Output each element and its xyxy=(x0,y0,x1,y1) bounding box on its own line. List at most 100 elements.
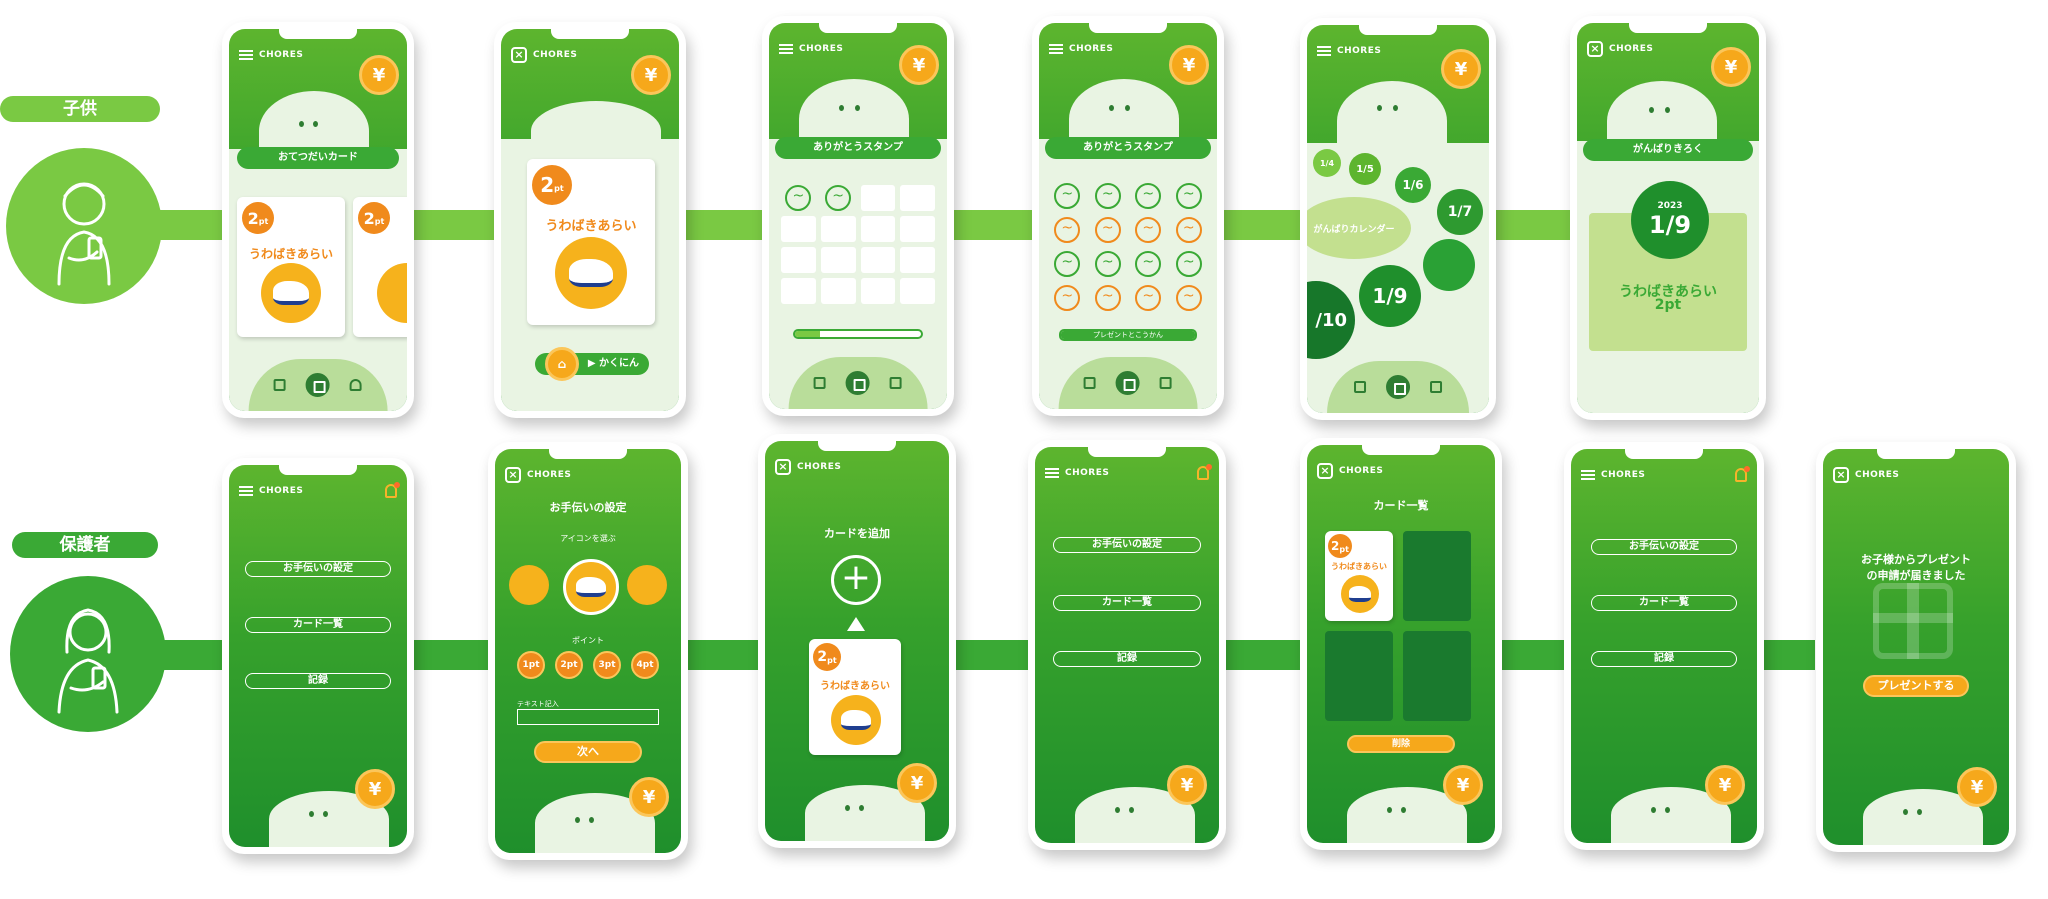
icon-option-right[interactable] xyxy=(627,565,667,605)
chore-card-thumb[interactable]: 2 pt うわばきあらい xyxy=(1325,531,1393,621)
chore-card[interactable]: 2 pt うわばきあらい xyxy=(237,197,345,337)
home-icon[interactable] xyxy=(813,377,826,389)
menu-icon[interactable] xyxy=(1049,44,1063,54)
close-icon[interactable]: × xyxy=(1317,463,1333,479)
point-option-4[interactable]: 4pt xyxy=(631,651,659,679)
icon-option-left[interactable] xyxy=(509,565,549,605)
point-option-2[interactable]: 2pt xyxy=(555,651,583,679)
calendar-icon[interactable] xyxy=(1159,377,1172,389)
date-bubble[interactable]: 1/6 xyxy=(1395,167,1431,203)
yen-icon[interactable]: ¥ xyxy=(1441,49,1481,89)
menu-icon[interactable] xyxy=(1581,470,1595,480)
home-icon[interactable] xyxy=(305,373,330,397)
bell-icon[interactable] xyxy=(1197,464,1212,480)
present-progress[interactable]: プレゼントとこうかん xyxy=(1059,329,1197,341)
close-icon[interactable]: × xyxy=(1587,41,1603,57)
menu-card-list[interactable]: カード一覧 xyxy=(245,617,391,633)
stamp-icon[interactable] xyxy=(349,379,362,391)
menu-chore-settings[interactable]: お手伝いの設定 xyxy=(1053,537,1201,553)
delete-button[interactable]: 削除 xyxy=(1347,735,1455,753)
app-logo: CHORES xyxy=(1069,44,1114,54)
menu-icon[interactable] xyxy=(779,44,793,54)
yen-icon[interactable]: ¥ xyxy=(1957,767,1997,807)
menu-chore-settings[interactable]: お手伝いの設定 xyxy=(1591,539,1737,555)
close-icon[interactable]: × xyxy=(775,459,791,475)
chore-card-large[interactable]: 2 pt うわばきあらい xyxy=(527,159,655,325)
close-icon[interactable]: × xyxy=(1833,467,1849,483)
empty-card-slot[interactable] xyxy=(1325,631,1393,721)
present-message-line1: お子様からプレゼント xyxy=(1861,553,1971,566)
app-logo: CHORES xyxy=(1337,46,1382,56)
point-label: ポイント xyxy=(572,636,604,645)
child-avatar xyxy=(6,148,162,304)
stamp-button-icon[interactable]: ⌂ xyxy=(545,347,579,381)
chore-card-next[interactable]: 2 pt xyxy=(353,197,407,337)
give-present-button[interactable]: プレゼントする xyxy=(1863,675,1969,697)
menu-card-list[interactable]: カード一覧 xyxy=(1053,595,1201,611)
menu-records[interactable]: 記録 xyxy=(1053,651,1201,667)
yen-icon[interactable]: ¥ xyxy=(359,55,399,95)
yen-icon[interactable]: ¥ xyxy=(355,769,395,809)
chore-title: うわばきあらい xyxy=(545,219,637,234)
point-option-3[interactable]: 3pt xyxy=(593,651,621,679)
close-icon[interactable]: × xyxy=(511,47,527,63)
shoe-icon xyxy=(261,263,321,323)
next-button[interactable]: 次へ xyxy=(534,741,642,763)
app-logo: CHORES xyxy=(1855,470,1900,480)
point-option-1[interactable]: 1pt xyxy=(517,651,545,679)
shoe-icon[interactable] xyxy=(563,559,619,615)
yen-icon[interactable]: ¥ xyxy=(1443,765,1483,805)
chore-card-preview[interactable]: 2 pt うわばきあらい xyxy=(809,639,901,755)
child-screen-record: × CHORES ¥ がんばりきろく 2023 1/9 うわばきあらい 2pt xyxy=(1570,16,1766,420)
yen-icon[interactable]: ¥ xyxy=(1167,765,1207,805)
yen-icon[interactable]: ¥ xyxy=(629,777,669,817)
bell-icon[interactable] xyxy=(1735,466,1750,482)
calendar-icon[interactable] xyxy=(889,377,902,389)
calendar-icon[interactable] xyxy=(1385,375,1410,399)
add-card-title: カードを追加 xyxy=(824,527,890,540)
menu-icon[interactable] xyxy=(239,50,253,60)
stamp-icon[interactable] xyxy=(1115,371,1140,395)
yen-icon[interactable]: ¥ xyxy=(899,45,939,85)
date-bubble[interactable]: 1/5 xyxy=(1349,153,1381,185)
home-icon[interactable] xyxy=(1353,381,1366,393)
yen-icon[interactable]: ¥ xyxy=(1705,765,1745,805)
parent-avatar xyxy=(10,576,166,732)
empty-card-slot[interactable] xyxy=(1403,631,1471,721)
menu-records[interactable]: 記録 xyxy=(245,673,391,689)
menu-card-list[interactable]: カード一覧 xyxy=(1591,595,1737,611)
yen-icon[interactable]: ¥ xyxy=(1169,45,1209,85)
stamp-icon[interactable] xyxy=(845,371,870,395)
yen-icon[interactable]: ¥ xyxy=(897,763,937,803)
menu-records[interactable]: 記録 xyxy=(1591,651,1737,667)
close-icon[interactable]: × xyxy=(505,467,521,483)
app-logo: CHORES xyxy=(1339,466,1384,476)
add-card-button[interactable]: + xyxy=(831,555,881,605)
empty-card-slot[interactable] xyxy=(1403,531,1471,621)
bell-icon[interactable] xyxy=(385,482,400,498)
date-bubble[interactable]: 1/9 xyxy=(1359,265,1421,327)
home-icon[interactable] xyxy=(1083,377,1096,389)
card-list-banner: おてつだいカード xyxy=(237,147,399,169)
parent-screen-menu-2: CHORES お手伝いの設定 カード一覧 記録 ¥ xyxy=(1028,440,1226,850)
date-bubble[interactable] xyxy=(1423,239,1475,291)
yen-icon[interactable]: ¥ xyxy=(631,55,671,95)
menu-icon[interactable] xyxy=(239,486,253,496)
parent-figure-icon xyxy=(57,608,119,714)
app-logo: CHORES xyxy=(259,486,304,496)
chore-title: うわばきあらい xyxy=(1331,562,1387,571)
child-screen-calendar: CHORES ¥ 1/4 1/5 1/6 がんばりカレンダー 1/7 1/9 /… xyxy=(1300,18,1496,420)
calendar-icon[interactable] xyxy=(273,379,286,391)
date-bubble[interactable]: 1/4 xyxy=(1313,149,1341,177)
menu-icon[interactable] xyxy=(1045,468,1059,478)
card-list-title: カード一覧 xyxy=(1373,499,1429,512)
yen-icon[interactable]: ¥ xyxy=(1711,47,1751,87)
stamp-icon[interactable] xyxy=(1429,381,1442,393)
app-logo: CHORES xyxy=(527,470,572,480)
stamp-grid xyxy=(781,185,935,304)
menu-icon[interactable] xyxy=(1317,46,1331,56)
child-screen-card-detail: × CHORES ¥ 2 pt うわばきあらい ▶ かくにん ⌂ xyxy=(494,22,686,418)
menu-chore-settings[interactable]: お手伝いの設定 xyxy=(245,561,391,577)
date-bubble[interactable]: 1/7 xyxy=(1437,189,1483,235)
chore-text-field[interactable] xyxy=(517,709,659,725)
